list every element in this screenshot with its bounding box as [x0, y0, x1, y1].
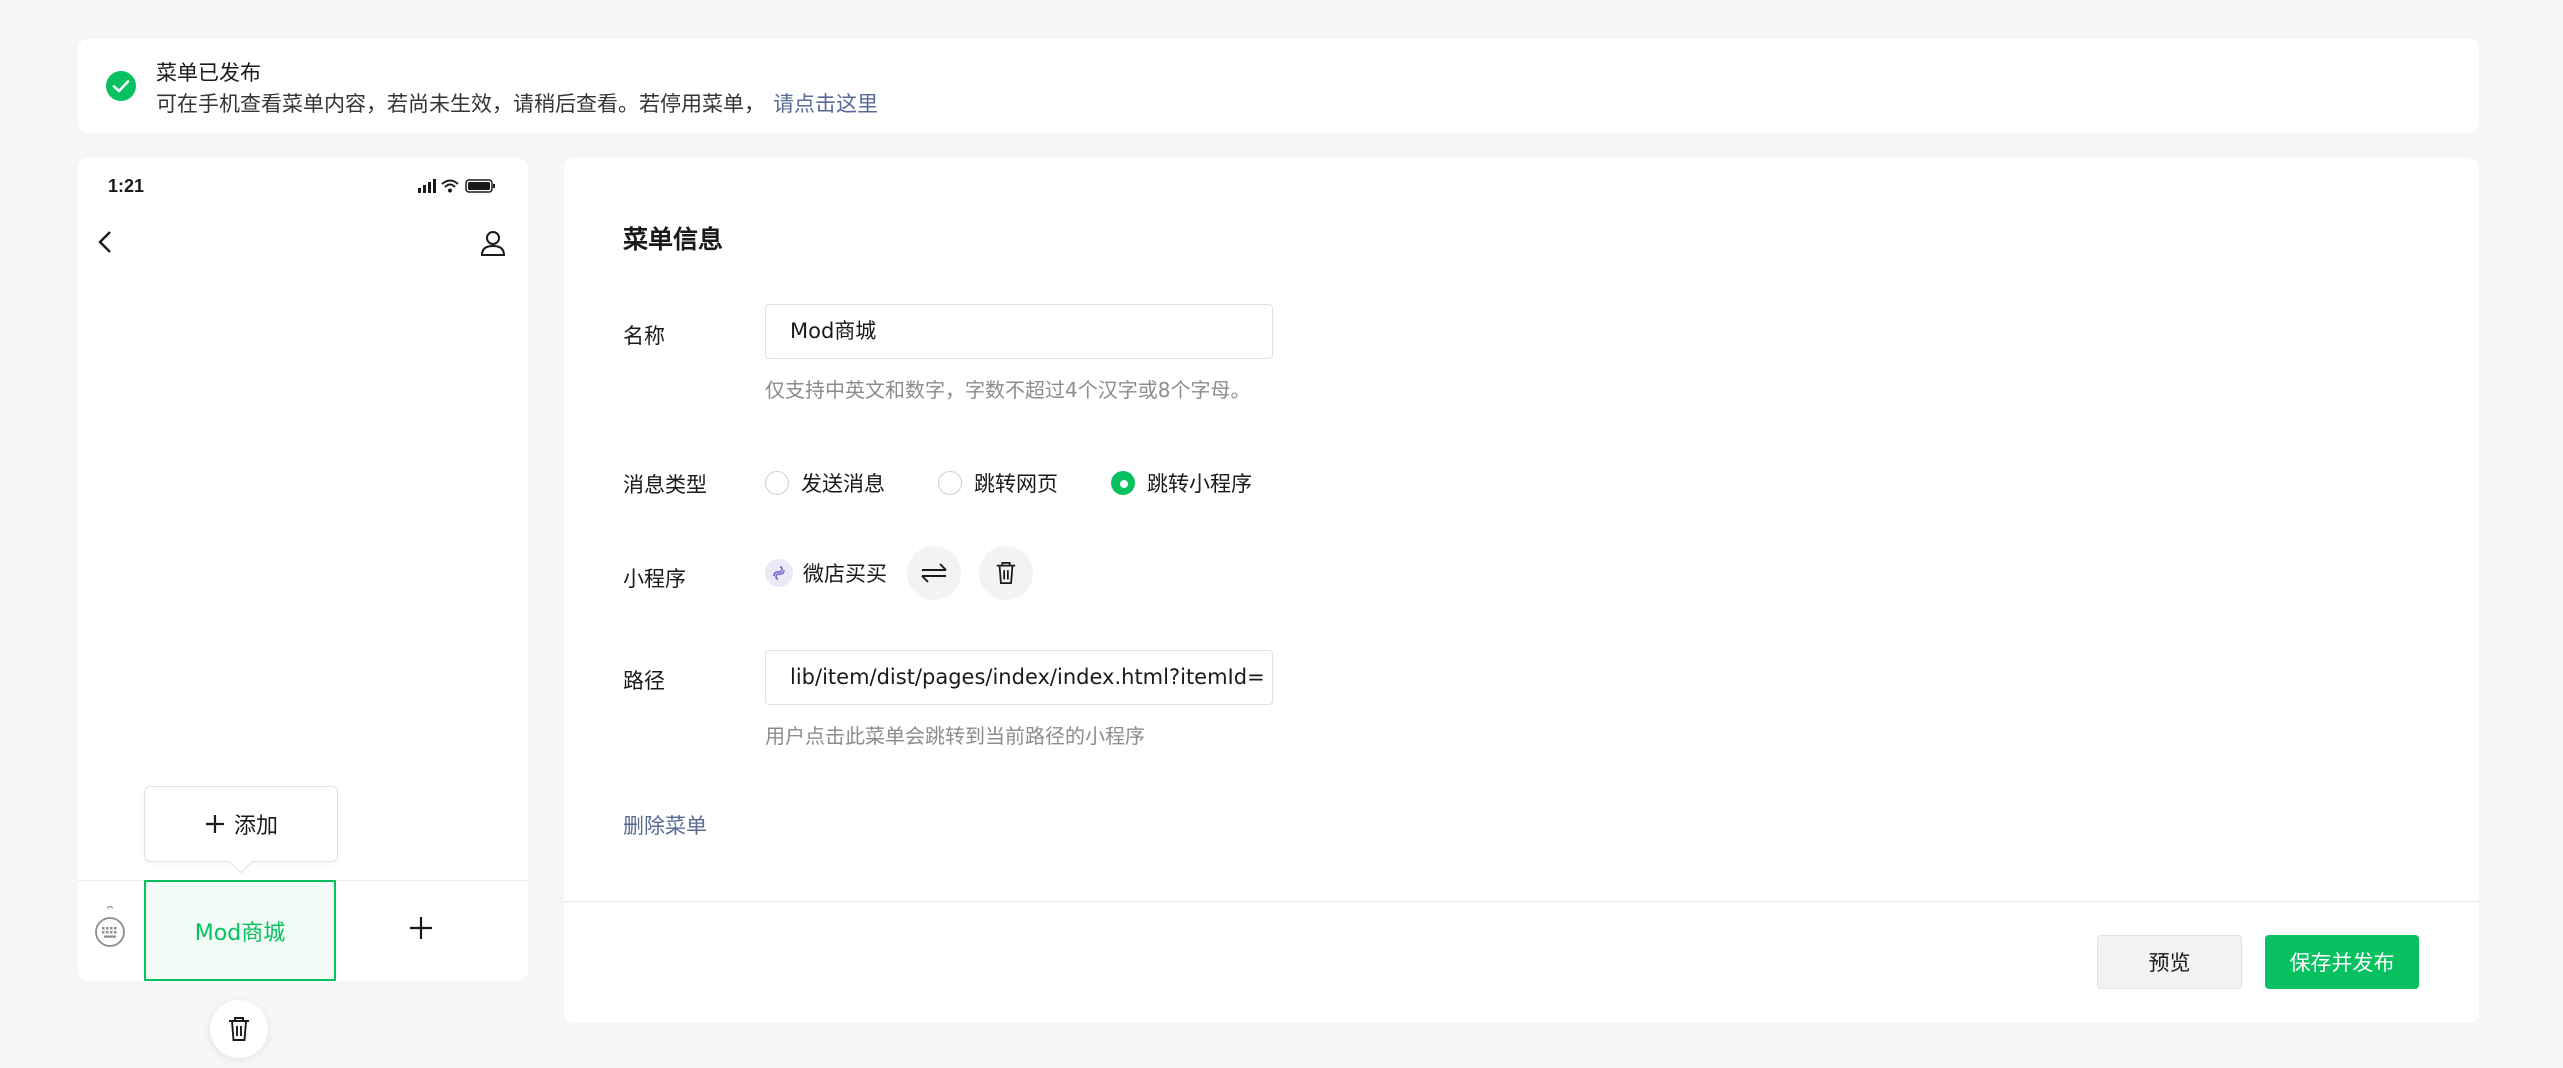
miniprogram-row: 微店买买 — [765, 546, 1051, 600]
notice-message: 可在手机查看菜单内容，若尚未生效，请稍后查看。若停用菜单， 请点击这里 — [156, 88, 878, 118]
name-hint: 仅支持中英文和数字，字数不超过4个汉字或8个字母。 — [765, 378, 1251, 402]
delete-menu-item-button[interactable] — [210, 1000, 268, 1058]
add-submenu-label: 添加 — [233, 814, 278, 839]
path-input[interactable]: lib/item/dist/pages/index/index.html?ite… — [765, 650, 1273, 705]
message-type-label: 消息类型 — [623, 473, 707, 497]
back-arrow-icon[interactable] — [94, 228, 118, 260]
miniprogram-name: 微店买买 — [803, 562, 887, 586]
radio-label: 跳转小程序 — [1147, 472, 1252, 496]
status-icons — [418, 178, 498, 198]
keyboard-icon[interactable] — [94, 905, 126, 956]
path-hint: 用户点击此菜单会跳转到当前路径的小程序 — [765, 724, 1145, 748]
plus-icon — [410, 917, 432, 939]
trash-icon — [996, 561, 1016, 585]
menu-item-mod-shop[interactable]: Mod商城 — [144, 880, 336, 981]
footer-divider — [564, 901, 2479, 902]
add-menu-button[interactable] — [396, 903, 446, 953]
swap-icon — [921, 563, 947, 583]
radio-open-miniprogram[interactable]: 跳转小程序 — [1111, 468, 1252, 498]
miniprogram-icon — [765, 559, 793, 587]
radio-circle-selected — [1111, 471, 1135, 495]
name-label: 名称 — [623, 324, 665, 348]
remove-miniprogram-button[interactable] — [979, 546, 1033, 600]
status-time: 1:21 — [108, 176, 145, 196]
publish-notice: 菜单已发布 可在手机查看菜单内容，若尚未生效，请稍后查看。若停用菜单， 请点击这里 — [78, 39, 2479, 133]
radio-send-message[interactable]: 发送消息 — [765, 468, 885, 498]
miniprogram-label: 小程序 — [623, 567, 686, 591]
section-title: 菜单信息 — [623, 225, 724, 254]
radio-circle — [765, 471, 789, 495]
notice-text: 可在手机查看菜单内容，若尚未生效，请稍后查看。若停用菜单， — [156, 92, 765, 116]
name-input[interactable]: Mod商城 — [765, 304, 1273, 359]
add-submenu-button[interactable]: 添加 — [144, 786, 338, 874]
path-label: 路径 — [623, 669, 665, 693]
notice-title: 菜单已发布 — [156, 61, 261, 85]
radio-circle — [938, 471, 962, 495]
preview-button[interactable]: 预览 — [2097, 935, 2242, 989]
trash-icon — [229, 1017, 249, 1041]
check-circle-icon — [106, 71, 136, 101]
disable-menu-link[interactable]: 请点击这里 — [773, 92, 878, 116]
delete-menu-link[interactable]: 删除菜单 — [623, 810, 707, 840]
swap-miniprogram-button[interactable] — [907, 546, 961, 600]
save-publish-button[interactable]: 保存并发布 — [2265, 935, 2419, 989]
radio-label: 跳转网页 — [974, 472, 1058, 496]
radio-open-webpage[interactable]: 跳转网页 — [938, 468, 1058, 498]
user-icon[interactable] — [478, 228, 508, 262]
plus-icon — [205, 815, 224, 833]
phone-preview: 1:21 添加 Mod商城 — [78, 158, 528, 981]
radio-label: 发送消息 — [801, 472, 885, 496]
menu-info-panel: 菜单信息 名称 Mod商城 仅支持中英文和数字，字数不超过4个汉字或8个字母。 … — [564, 158, 2479, 1023]
